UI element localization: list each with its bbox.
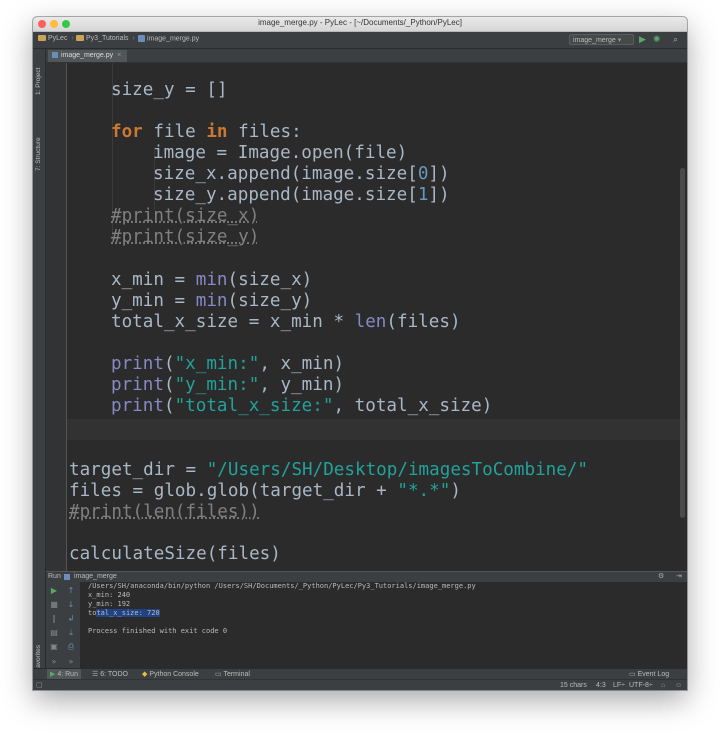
run-panel-label: Run — [48, 573, 61, 580]
gear-icon[interactable]: ⚙ — [658, 572, 664, 582]
inspector-icon[interactable]: ☺ — [675, 680, 682, 690]
run-icon: ▶ — [50, 671, 56, 678]
tab-image-merge[interactable]: image_merge.py × — [48, 50, 128, 62]
settings-icon[interactable]: ▣ — [50, 643, 58, 651]
run-config-name[interactable]: image_merge — [74, 572, 117, 582]
run-configuration-select[interactable]: image_merge ▾ — [569, 34, 634, 45]
scroll-down-icon[interactable]: ↓ — [67, 601, 75, 609]
terminal-icon: ▭ — [215, 671, 222, 678]
code-line: y_min = min(size_y) — [111, 291, 313, 311]
console-line: /Users/SH/anaconda/bin/python /Users/SH/… — [88, 582, 476, 590]
close-icon[interactable]: × — [117, 52, 121, 59]
lock-icon[interactable]: ⌂ — [661, 680, 665, 690]
code-line: calculateSize(files) — [69, 544, 281, 564]
code-line: print("total_x_size:", total_x_size) — [111, 396, 493, 416]
line-separator[interactable]: LF÷ — [613, 680, 625, 690]
run-panel: ▶ ↑ ■ ↓ ‖ ↲ ▤ ⤓ ▣ ⎙ » » /Users/SH/anacon… — [46, 582, 687, 668]
code-line: size_y.append(image.size[1]) — [153, 185, 450, 205]
code-comment: #print(size_y) — [111, 227, 260, 247]
window-title: image_merge.py - PyLec - [~/Documents/_P… — [258, 18, 462, 27]
code-line: files = glob.glob(target_dir + "*.*") — [69, 481, 461, 501]
print-icon[interactable]: ⎙ — [67, 643, 75, 651]
run-icon[interactable]: ▶ — [639, 35, 646, 45]
soft-wrap-icon[interactable]: ↲ — [67, 615, 75, 623]
pause-icon[interactable]: ‖ — [50, 615, 58, 623]
code-line: size_y = [] — [111, 80, 228, 100]
breadcrumb-project[interactable]: PyLec › — [38, 35, 74, 42]
title-bar: image_merge.py - PyLec - [~/Documents/_P… — [33, 17, 687, 32]
code-line: print("y_min:", y_min) — [111, 375, 345, 395]
run-toolbar: ▶ ↑ ■ ↓ ‖ ↲ ▤ ⤓ ▣ ⎙ » » — [46, 582, 81, 668]
code-line: target_dir = "/Users/SH/Desktop/imagesTo… — [69, 460, 589, 480]
code-line: x_min = min(size_x) — [111, 270, 313, 290]
line-gutter — [46, 63, 67, 571]
left-tool-strip: 1: Project 7: Structure 2: Favorites — [33, 49, 46, 690]
editor-scrollbar[interactable] — [680, 168, 685, 518]
dump-threads-icon[interactable]: ▤ — [50, 629, 58, 637]
toggle-tool-windows-icon[interactable]: ▢ — [36, 680, 43, 690]
folder-icon — [38, 35, 46, 42]
ide-window: image_merge.py - PyLec - [~/Documents/_P… — [33, 17, 687, 690]
editor-tab-bar: image_merge.py × — [46, 49, 687, 63]
console-line: Process finished with exit code 0 — [88, 627, 228, 635]
folder-icon — [76, 35, 84, 42]
selection-count: 15 chars — [560, 682, 587, 689]
file-encoding[interactable]: UTF-8÷ — [629, 680, 653, 690]
code-comment: #print(size_x) — [111, 206, 260, 226]
code-line: image = Image.open(file) — [153, 143, 408, 163]
console-line: x_min: 240 — [88, 591, 131, 599]
console-line: total_x_size: 720 — [88, 609, 160, 617]
status-bar: ▢ 15 chars 4:3 LF÷ UTF-8÷ ⌂ ☺ — [33, 679, 687, 690]
caret-position[interactable]: 4:3 — [596, 680, 606, 690]
more-icon[interactable]: » — [50, 658, 58, 666]
run-panel-header: Run image_merge ⚙ ⇥ — [46, 571, 687, 582]
event-log-icon: ▭ — [629, 671, 636, 678]
code-line: for file in files: — [111, 122, 302, 142]
todo-icon: ☰ — [92, 671, 99, 678]
debug-icon[interactable]: ✺ — [653, 35, 661, 45]
chevron-down-icon: ▾ — [617, 37, 622, 44]
current-line-highlight — [67, 419, 687, 440]
python-file-icon — [64, 574, 70, 580]
code-line: total_x_size = x_min * len(files) — [111, 312, 461, 332]
search-icon[interactable]: ⌕ — [673, 35, 678, 45]
scroll-to-end-icon[interactable]: ⤓ — [67, 629, 75, 637]
code-line: size_x.append(image.size[0]) — [153, 164, 450, 184]
more-icon[interactable]: » — [67, 658, 75, 666]
code-editor[interactable]: size_y = [] for file in files: image = I… — [46, 63, 687, 571]
scroll-up-icon[interactable]: ↑ — [67, 587, 75, 595]
breadcrumb-folder[interactable]: Py3_Tutorials › — [76, 35, 135, 42]
project-tool-tab[interactable]: 1: Project — [35, 68, 42, 95]
hide-panel-icon[interactable]: ⇥ — [676, 572, 682, 582]
python-file-icon — [138, 35, 145, 42]
code-line: print("x_min:", x_min) — [111, 354, 345, 374]
stop-icon[interactable]: ■ — [50, 601, 58, 609]
code-comment: #print(len(files)) — [69, 502, 260, 522]
console-line: y_min: 192 — [88, 600, 131, 608]
python-file-icon — [52, 52, 58, 59]
python-icon: ◆ — [142, 671, 148, 678]
navigation-bar: PyLec › Py3_Tutorials › image_merge.py ima… — [33, 32, 687, 49]
breadcrumb-file[interactable]: image_merge.py — [138, 35, 199, 42]
rerun-icon[interactable]: ▶ — [50, 587, 58, 595]
structure-tool-tab[interactable]: 7: Structure — [35, 137, 42, 171]
